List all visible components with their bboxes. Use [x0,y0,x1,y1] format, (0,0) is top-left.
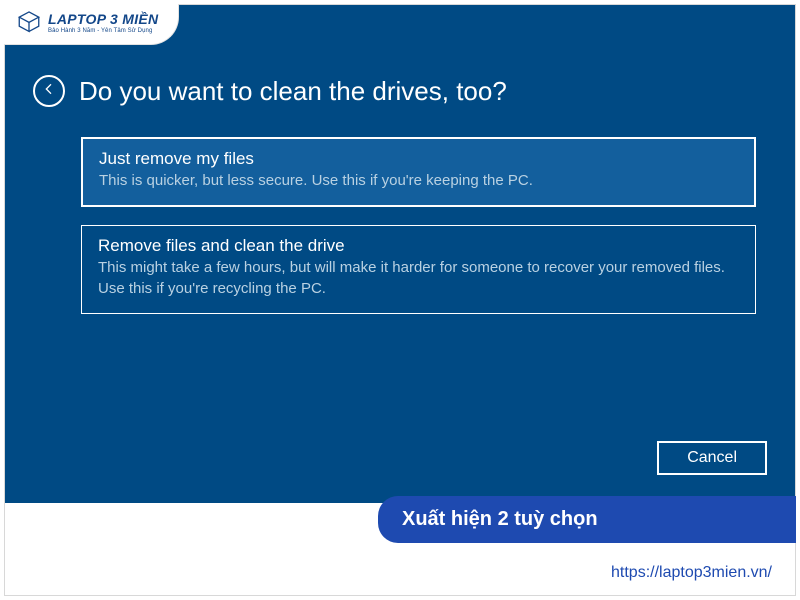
options-list: Just remove my files This is quicker, bu… [81,137,767,314]
option-description: This might take a few hours, but will ma… [98,258,739,299]
option-title: Remove files and clean the drive [98,236,739,256]
brand-tagline: Bảo Hành 3 Năm - Yên Tâm Sử Dụng [48,28,158,34]
option-just-remove-files[interactable]: Just remove my files This is quicker, bu… [81,137,756,207]
header-row: Do you want to clean the drives, too? [33,75,767,107]
brand-name: LAPTOP 3 MIỀN [48,12,158,26]
back-button[interactable] [33,75,65,107]
arrow-left-icon [41,81,57,102]
windows-reset-screen: Do you want to clean the drives, too? Ju… [5,5,795,503]
option-description: This is quicker, but less secure. Use th… [99,171,738,191]
brand-watermark: LAPTOP 3 MIỀN Bảo Hành 3 Năm - Yên Tâm S… [4,4,179,45]
cancel-button[interactable]: Cancel [657,441,767,475]
caption-overlay: Xuất hiện 2 tuỳ chọn [378,496,796,543]
option-clean-drive[interactable]: Remove files and clean the drive This mi… [81,225,756,314]
option-title: Just remove my files [99,149,738,169]
brand-logo-icon [16,10,42,36]
page-title: Do you want to clean the drives, too? [79,76,507,107]
source-url: https://laptop3mien.vn/ [611,564,772,582]
brand-text: LAPTOP 3 MIỀN Bảo Hành 3 Năm - Yên Tâm S… [48,12,158,34]
